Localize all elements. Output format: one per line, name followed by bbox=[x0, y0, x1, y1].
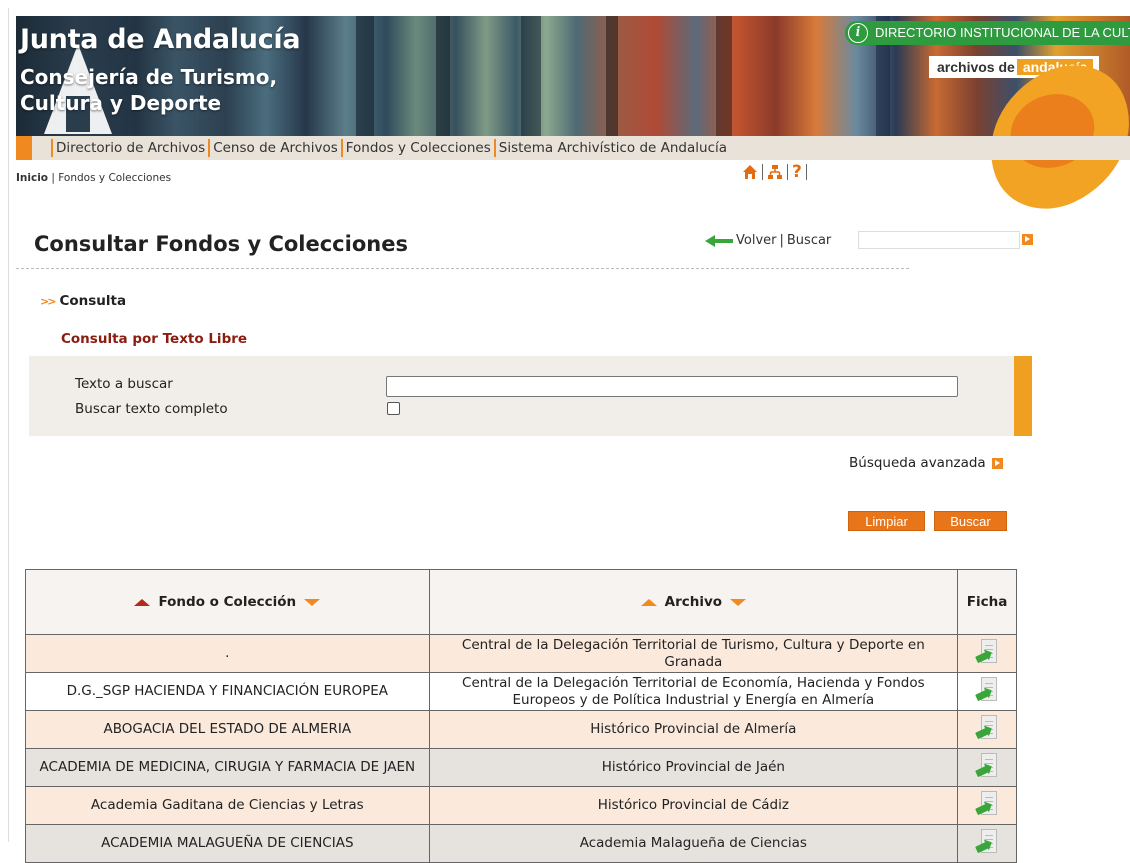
fondo-cell: . bbox=[25, 634, 430, 673]
ficha-icon[interactable] bbox=[975, 829, 998, 857]
search-label: Buscar bbox=[786, 233, 832, 248]
archivo-cell: Histórico Provincial de Almería bbox=[428, 710, 959, 749]
home-icon[interactable] bbox=[742, 164, 758, 180]
table-row: . Central de la Delegación Territorial d… bbox=[25, 634, 1017, 673]
text-search-label: Texto a buscar bbox=[75, 376, 173, 392]
page-title: Consultar Fondos y Colecciones bbox=[34, 232, 408, 256]
advanced-search-link[interactable]: Búsqueda avanzada bbox=[849, 455, 1003, 471]
menu-item-fondos[interactable]: Fondos y Colecciones bbox=[346, 140, 491, 156]
info-icon: i bbox=[848, 23, 868, 43]
back-link[interactable]: Volver bbox=[736, 233, 777, 248]
fondo-cell: ACADEMIA DE MEDICINA, CIRUGIA Y FARMACIA… bbox=[25, 748, 430, 787]
fondo-cell: D.G._SGP HACIENDA Y FINANCIACIÓN EUROPEA bbox=[25, 672, 430, 711]
table-row: ABOGACIA DEL ESTADO DE ALMERIA Histórico… bbox=[25, 710, 1017, 749]
section-heading: >> Consulta bbox=[40, 293, 127, 309]
archivo-cell: Central de la Delegación Territorial de … bbox=[428, 672, 959, 711]
clear-button[interactable]: Limpiar bbox=[848, 511, 925, 531]
menu-item-censo[interactable]: Censo de Archivos bbox=[213, 140, 338, 156]
menu-item-sistema[interactable]: Sistema Archivístico de Andalucía bbox=[499, 140, 727, 156]
quick-search-go-button[interactable] bbox=[1022, 234, 1033, 245]
full-text-checkbox[interactable] bbox=[387, 402, 400, 415]
table-row: ACADEMIA DE MEDICINA, CIRUGIA Y FARMACIA… bbox=[25, 748, 1017, 787]
utility-icons: ? bbox=[742, 162, 807, 182]
header-actions: Volver | Buscar bbox=[705, 233, 831, 248]
double-chevron-icon: >> bbox=[40, 295, 57, 308]
header-archivo[interactable]: Archivo bbox=[428, 569, 959, 635]
table-row: D.G._SGP HACIENDA Y FINANCIACIÓN EUROPEA… bbox=[25, 672, 1017, 711]
banner-title: Junta de Andalucía bbox=[20, 24, 301, 55]
results-table: Fondo o Colección Archivo Ficha . Centra… bbox=[25, 569, 1017, 863]
back-arrow-icon[interactable] bbox=[705, 234, 733, 247]
text-search-input[interactable] bbox=[386, 376, 958, 397]
archivo-cell: Histórico Provincial de Cádiz bbox=[428, 786, 959, 825]
header-ficha: Ficha bbox=[957, 569, 1017, 635]
ficha-icon[interactable] bbox=[975, 715, 998, 743]
archivo-cell: Academia Malagueña de Ciencias bbox=[428, 824, 959, 863]
banner-subtitle: Consejería de Turismo, Cultura y Deporte bbox=[20, 65, 278, 115]
left-rule bbox=[8, 8, 9, 842]
search-form: Texto a buscar Buscar texto completo bbox=[29, 356, 1032, 436]
breadcrumb-home[interactable]: Inicio bbox=[16, 172, 48, 184]
top-margin bbox=[0, 0, 1130, 8]
header-fondo[interactable]: Fondo o Colección bbox=[25, 569, 430, 635]
sort-desc-icon[interactable] bbox=[304, 598, 321, 606]
ficha-icon[interactable] bbox=[975, 639, 998, 667]
ficha-icon[interactable] bbox=[975, 753, 998, 781]
full-text-label: Buscar texto completo bbox=[75, 401, 228, 417]
archivo-cell: Central de la Delegación Territorial de … bbox=[428, 634, 959, 673]
main-menu: Directorio de Archivos Censo de Archivos… bbox=[16, 136, 1130, 160]
sort-desc-icon[interactable] bbox=[730, 598, 747, 606]
sort-asc-icon[interactable] bbox=[134, 598, 151, 606]
sort-asc-icon[interactable] bbox=[640, 598, 657, 606]
breadcrumb: Inicio | Fondos y Colecciones bbox=[16, 172, 172, 184]
section-subheading: Consulta por Texto Libre bbox=[61, 331, 248, 347]
help-icon[interactable]: ? bbox=[792, 162, 802, 182]
sitemap-icon[interactable] bbox=[767, 164, 783, 180]
quick-search-input[interactable] bbox=[858, 231, 1020, 249]
breadcrumb-current: Fondos y Colecciones bbox=[58, 172, 172, 184]
directorio-institucional-link[interactable]: i DIRECTORIO INSTITUCIONAL DE LA CULTURA bbox=[845, 21, 1130, 45]
menu-item-directorio[interactable]: Directorio de Archivos bbox=[56, 140, 205, 156]
search-button[interactable]: Buscar bbox=[934, 511, 1007, 531]
archivo-cell: Histórico Provincial de Jaén bbox=[428, 748, 959, 787]
table-row: Academia Gaditana de Ciencias y Letras H… bbox=[25, 786, 1017, 825]
table-row: ACADEMIA MALAGUEÑA DE CIENCIAS Academia … bbox=[25, 824, 1017, 863]
site-banner: Junta de Andalucía Consejería de Turismo… bbox=[16, 16, 1130, 136]
ficha-icon[interactable] bbox=[975, 677, 998, 705]
fondo-cell: ABOGACIA DEL ESTADO DE ALMERIA bbox=[25, 710, 430, 749]
ficha-icon[interactable] bbox=[975, 791, 998, 819]
fondo-cell: Academia Gaditana de Ciencias y Letras bbox=[25, 786, 430, 825]
arrow-right-icon bbox=[991, 457, 1003, 469]
title-divider bbox=[16, 268, 909, 269]
fondo-cell: ACADEMIA MALAGUEÑA DE CIENCIAS bbox=[25, 824, 430, 863]
